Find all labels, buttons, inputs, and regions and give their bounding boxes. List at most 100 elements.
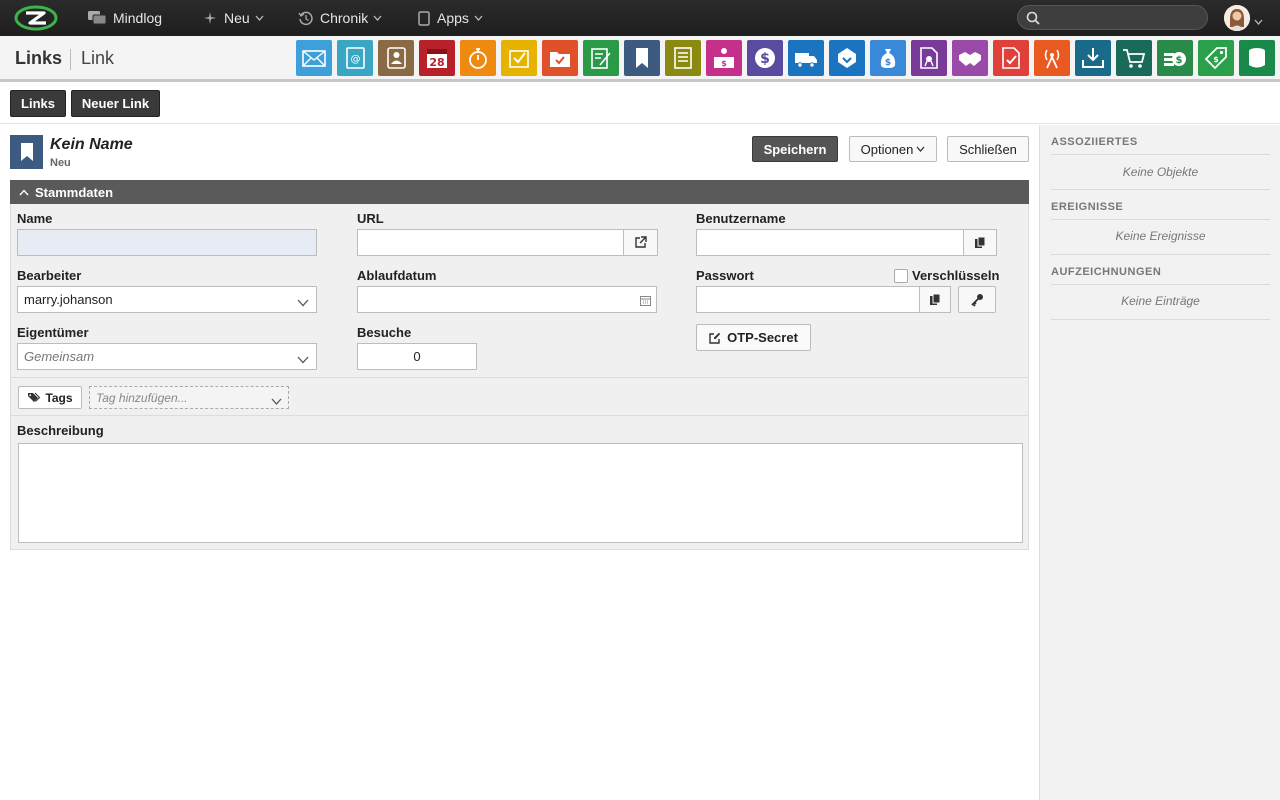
- chevron-down-icon: [474, 15, 483, 21]
- calendar-icon[interactable]: [640, 294, 651, 309]
- visits-input[interactable]: [357, 343, 477, 370]
- editor-label: Bearbeiter: [17, 268, 82, 283]
- divider: [1051, 189, 1270, 190]
- app-tile-deals[interactable]: [952, 40, 988, 76]
- nav-mindlog[interactable]: Mindlog: [88, 0, 162, 36]
- bookmark-icon: [10, 135, 43, 169]
- otp-secret-button[interactable]: OTP-Secret: [696, 324, 811, 351]
- close-button[interactable]: Schließen: [947, 136, 1029, 162]
- name-input[interactable]: [17, 229, 317, 256]
- app-tile-address-book[interactable]: @: [337, 40, 373, 76]
- divider: [1051, 284, 1270, 285]
- dollar-coin-icon: $: [755, 48, 775, 68]
- avatar[interactable]: [1224, 5, 1250, 31]
- section-header[interactable]: Stammdaten: [10, 180, 1029, 204]
- editor-select[interactable]: marry.johanson: [17, 286, 317, 313]
- add-tag-input[interactable]: Tag hinzufügen...: [89, 386, 289, 409]
- description-label: Beschreibung: [17, 423, 104, 438]
- top-bar: Mindlog Neu Chronik Apps: [0, 0, 1280, 36]
- app-tile-bookmark[interactable]: [624, 40, 660, 76]
- svg-text:$: $: [760, 51, 770, 67]
- owner-label: Eigentümer: [17, 325, 89, 340]
- links-button[interactable]: Links: [10, 90, 66, 117]
- app-tile-finance[interactable]: $: [747, 40, 783, 76]
- app-tile-calendar[interactable]: 28: [419, 40, 455, 76]
- records-heading: AUFZEICHNUNGEN: [1051, 266, 1162, 278]
- svg-text:@: @: [351, 54, 361, 65]
- app-tile-database[interactable]: [1239, 40, 1275, 76]
- chevron-down-icon: [373, 15, 382, 21]
- password-input[interactable]: [696, 286, 920, 313]
- app-tile-pdf[interactable]: [993, 40, 1029, 76]
- key-icon: [971, 293, 983, 307]
- divider: [1051, 219, 1270, 220]
- divider: [1051, 154, 1270, 155]
- divider: [11, 377, 1028, 378]
- app-logo-icon[interactable]: [14, 5, 58, 31]
- options-button[interactable]: Optionen: [849, 136, 937, 162]
- associated-heading: ASSOZIIERTES: [1051, 136, 1138, 148]
- description-textarea[interactable]: [18, 443, 1023, 543]
- copy-username-button[interactable]: [963, 229, 997, 256]
- record-status: Neu: [50, 157, 71, 169]
- expiry-date-input[interactable]: [357, 286, 657, 313]
- contract-icon: [920, 47, 938, 69]
- record-title: Kein Name: [50, 136, 133, 153]
- app-tile-contracts[interactable]: [911, 40, 947, 76]
- divider: [11, 415, 1028, 416]
- new-link-button[interactable]: Neuer Link: [71, 90, 160, 117]
- save-button[interactable]: Speichern: [752, 136, 838, 162]
- app-tile-projects[interactable]: [542, 40, 578, 76]
- page-subtitle: Link: [81, 48, 115, 68]
- username-label: Benutzername: [696, 211, 786, 226]
- app-tile-budget[interactable]: $: [870, 40, 906, 76]
- search-input[interactable]: [1017, 5, 1208, 30]
- app-tile-broadcast[interactable]: [1034, 40, 1070, 76]
- app-tile-documents[interactable]: [665, 40, 701, 76]
- app-tile-timer[interactable]: [460, 40, 496, 76]
- section-title: Stammdaten: [35, 184, 114, 200]
- username-input[interactable]: [696, 229, 964, 256]
- download-tray-icon: [1082, 48, 1104, 68]
- app-tile-downloads[interactable]: [1075, 40, 1111, 76]
- url-input[interactable]: [357, 229, 624, 256]
- generate-password-button[interactable]: [958, 286, 996, 313]
- tag-placeholder: Tag hinzufügen...: [96, 390, 188, 405]
- nav-new[interactable]: Neu: [203, 0, 264, 36]
- svg-text:$: $: [1176, 55, 1183, 66]
- nav-history[interactable]: Chronik: [298, 0, 382, 36]
- contacts-icon: [387, 47, 406, 69]
- records-empty: Keine Einträge: [1121, 294, 1200, 308]
- app-tile-tasks[interactable]: [501, 40, 537, 76]
- name-label: Name: [17, 211, 53, 226]
- app-tile-pricing[interactable]: $: [1198, 40, 1234, 76]
- app-tile-support[interactable]: [829, 40, 865, 76]
- address-book-icon: @: [346, 47, 365, 69]
- app-tile-payments[interactable]: $: [1157, 40, 1193, 76]
- editor-value: marry.johanson: [24, 292, 113, 307]
- tags-button[interactable]: Tags: [18, 386, 82, 409]
- bookmark-icon: [636, 48, 648, 68]
- owner-select[interactable]: Gemeinsam: [17, 343, 317, 370]
- chevron-down-icon: [297, 352, 309, 367]
- app-tile-shop[interactable]: [1116, 40, 1152, 76]
- app-tile-sales[interactable]: $: [706, 40, 742, 76]
- tags-icon: [27, 392, 41, 403]
- truck-icon: [795, 53, 817, 68]
- open-url-button[interactable]: [623, 229, 658, 256]
- calendar-icon: 28: [427, 49, 447, 69]
- copy-password-button[interactable]: [919, 286, 951, 313]
- app-header: Links Link @ 28 $ $ $ $ $: [0, 36, 1280, 82]
- app-tile-notes[interactable]: [583, 40, 619, 76]
- chevron-down-icon: [1254, 13, 1263, 28]
- app-tile-mail[interactable]: [296, 40, 332, 76]
- app-tile-delivery[interactable]: [788, 40, 824, 76]
- encrypt-checkbox[interactable]: [894, 269, 908, 283]
- nav-label: Chronik: [320, 10, 369, 26]
- broadcast-icon: [1044, 49, 1060, 69]
- nav-label: Neu: [224, 10, 250, 26]
- nav-apps[interactable]: Apps: [418, 0, 483, 36]
- svg-text:28: 28: [429, 56, 444, 69]
- master-data-section: Stammdaten Name Bearbeiter marry.johanso…: [10, 180, 1029, 550]
- app-tile-contacts[interactable]: [378, 40, 414, 76]
